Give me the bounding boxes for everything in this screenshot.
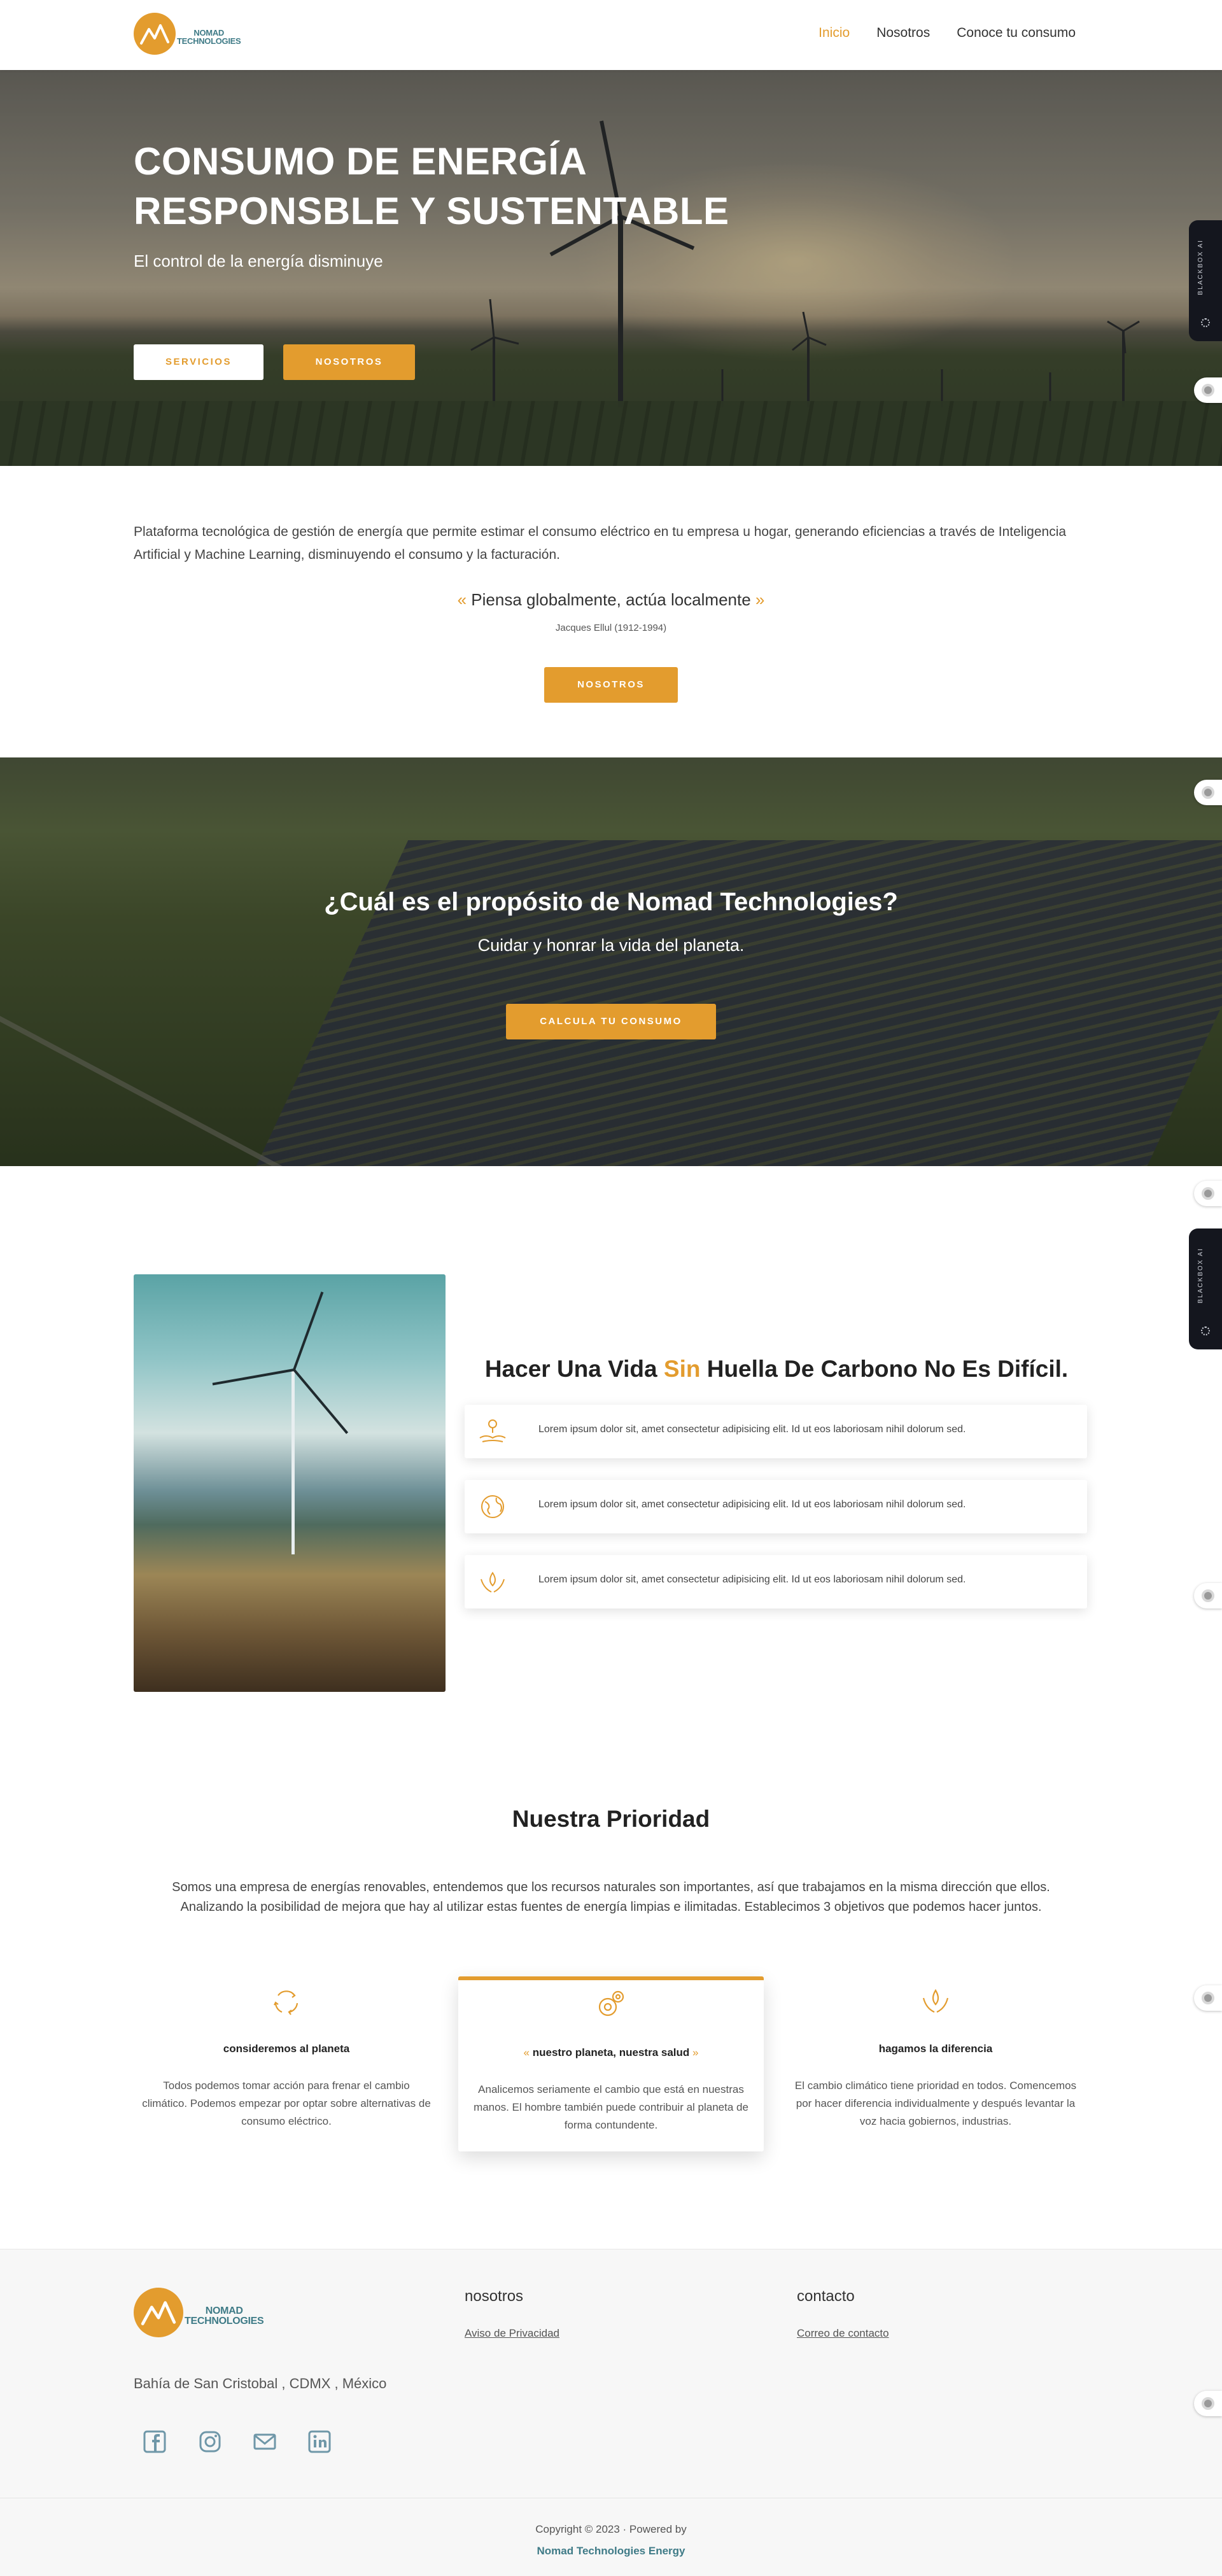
turbine-pole bbox=[291, 1370, 295, 1554]
priority-column-title: « nuestro planeta, nuestra salud » bbox=[458, 2046, 764, 2059]
site-footer: NOMAD TECHNOLOGIES nosotros Aviso de Pri… bbox=[0, 2249, 1222, 2576]
logo-mountain-icon bbox=[134, 13, 176, 55]
priority-column-title-text: nuestro planeta, nuestra salud bbox=[532, 2046, 690, 2059]
nav-item-conoce-tu-consumo[interactable]: Conoce tu consumo bbox=[957, 25, 1076, 41]
footer-nosotros-heading: nosotros bbox=[465, 2288, 524, 2305]
purpose-overlay bbox=[0, 757, 1222, 1166]
blackbox-ai-tab[interactable]: BLACKBOX AI bbox=[1189, 220, 1222, 341]
logo-text: NOMAD TECHNOLOGIES bbox=[185, 2305, 264, 2326]
priority-title: Nuestra Prioridad bbox=[512, 1806, 710, 1832]
quote-text: Piensa globalmente, actúa localmente bbox=[471, 590, 751, 609]
carbon-title-post: Huella De Carbono No Es Difícil. bbox=[706, 1356, 1069, 1382]
feature-card: Lorem ipsum dolor sit, amet consectetur … bbox=[465, 1480, 1087, 1533]
brand-logo[interactable]: NOMAD TECHNOLOGIES bbox=[134, 13, 241, 55]
priority-column-text: Analicemos seriamente el cambio que está… bbox=[474, 2083, 748, 2131]
blackbox-ai-icon bbox=[1201, 318, 1210, 327]
carbon-title-pre: Hacer Una Vida bbox=[484, 1356, 657, 1382]
quote: « Piensa globalmente, actúa localmente » bbox=[0, 590, 1222, 610]
blackbox-ai-icon bbox=[1201, 1327, 1210, 1335]
logo-mountain-icon bbox=[134, 2288, 183, 2337]
purpose-section: ¿Cuál es el propósito de Nomad Technolog… bbox=[0, 757, 1222, 1166]
priority-column: consideremos al planeta Todos podemos to… bbox=[134, 1976, 439, 2151]
linkedin-icon[interactable] bbox=[307, 2429, 332, 2454]
side-toggle-button[interactable] bbox=[1194, 780, 1222, 805]
recycle-icon bbox=[274, 1990, 298, 2015]
hero-nosotros-button[interactable]: NOSOTROS bbox=[283, 344, 415, 380]
priority-column-title: consideremos al planeta bbox=[223, 2043, 350, 2055]
wind-turbine-photo bbox=[134, 1274, 446, 1692]
feature-card-text: Lorem ipsum dolor sit, amet consectetur … bbox=[538, 1499, 966, 1510]
circle-icon bbox=[1202, 2397, 1214, 2410]
hero-title-line-2: RESPONSBLE Y SUSTENTABLE bbox=[134, 190, 729, 232]
priority-paragraph: Somos una empresa de energías renovables… bbox=[172, 1880, 1050, 1914]
circle-icon bbox=[1202, 1992, 1214, 2004]
quote-open-mark: « bbox=[523, 2046, 530, 2059]
quote-close-mark: » bbox=[755, 590, 765, 609]
side-toggle-button[interactable] bbox=[1194, 1181, 1222, 1206]
purpose-subtitle: Cuidar y honrar la vida del planeta. bbox=[477, 936, 745, 955]
nav-item-nosotros[interactable]: Nosotros bbox=[876, 25, 930, 41]
side-toggle-button[interactable] bbox=[1194, 2391, 1222, 2416]
facebook-icon[interactable] bbox=[142, 2429, 167, 2454]
powered-by-link[interactable]: Nomad Technologies Energy bbox=[0, 2545, 1222, 2558]
blackbox-ai-tab[interactable]: BLACKBOX AI bbox=[1189, 1228, 1222, 1349]
purpose-title: ¿Cuál es el propósito de Nomad Technolog… bbox=[324, 888, 898, 916]
servicios-button[interactable]: SERVICIOS bbox=[134, 344, 263, 380]
hero-title: CONSUMO DE ENERGÍA RESPONSBLE Y SUSTENTA… bbox=[134, 137, 770, 236]
quote-author: Jacques Ellul (1912-1994) bbox=[555, 623, 667, 633]
footer-address: Bahía de San Cristobal , CDMX , México bbox=[134, 2375, 387, 2391]
carbon-title: Hacer Una Vida Sin Huella De Carbono No … bbox=[465, 1356, 1088, 1383]
priority-column-text: Todos podemos tomar acción para frenar e… bbox=[142, 2080, 431, 2127]
instagram-icon[interactable] bbox=[197, 2429, 223, 2454]
carbon-title-highlight: Sin bbox=[663, 1356, 701, 1382]
hero-section: CONSUMO DE ENERGÍA RESPONSBLE Y SUSTENTA… bbox=[0, 70, 1222, 466]
circle-icon bbox=[1202, 1187, 1214, 1200]
feature-card: Lorem ipsum dolor sit, amet consectetur … bbox=[465, 1555, 1087, 1608]
side-toggle-button[interactable] bbox=[1194, 1583, 1222, 1608]
calcula-tu-consumo-button[interactable]: CALCULA TU CONSUMO bbox=[506, 1004, 716, 1039]
logo-line-2: TECHNOLOGIES bbox=[185, 2316, 264, 2326]
priority-column-text: El cambio climático tiene prioridad en t… bbox=[794, 2080, 1077, 2127]
logo-line-2: TECHNOLOGIES bbox=[177, 36, 241, 46]
quote-open-mark: « bbox=[457, 590, 467, 609]
circle-icon bbox=[1202, 384, 1214, 397]
footer-contacto-heading: contacto bbox=[797, 2288, 855, 2305]
feature-card-text: Lorem ipsum dolor sit, amet consectetur … bbox=[538, 1574, 966, 1585]
site-header: NOMAD TECHNOLOGIES Inicio Nosotros Conoc… bbox=[0, 0, 1222, 70]
intro-nosotros-button[interactable]: NOSOTROS bbox=[544, 667, 678, 703]
blackbox-ai-label: BLACKBOX AI bbox=[1197, 239, 1204, 295]
intro-paragraph: Plataforma tecnológica de gestión de ene… bbox=[134, 524, 1067, 562]
quote-close-mark: » bbox=[692, 2046, 699, 2059]
circle-icon bbox=[1202, 786, 1214, 799]
aviso-privacidad-link[interactable]: Aviso de Privacidad bbox=[465, 2327, 559, 2340]
gears-icon bbox=[598, 1990, 624, 2016]
turbine-blade bbox=[293, 1292, 324, 1370]
feature-card: Lorem ipsum dolor sit, amet consectetur … bbox=[465, 1405, 1087, 1458]
copyright-text: Copyright © 2023 · Powered by bbox=[535, 2523, 687, 2535]
blackbox-ai-label: BLACKBOX AI bbox=[1197, 1248, 1204, 1304]
turbine-blade bbox=[212, 1369, 295, 1386]
hands-leaf-icon bbox=[481, 1572, 505, 1593]
hero-title-line-1: CONSUMO DE ENERGÍA bbox=[134, 140, 587, 183]
mail-icon[interactable] bbox=[252, 2429, 277, 2454]
globe-icon bbox=[481, 1495, 504, 1518]
feature-card-text: Lorem ipsum dolor sit, amet consectetur … bbox=[538, 1424, 966, 1435]
priority-column: hagamos la diferencia El cambio climátic… bbox=[783, 1976, 1088, 2151]
side-toggle-button[interactable] bbox=[1194, 377, 1222, 403]
priority-column-featured: « nuestro planeta, nuestra salud » Anali… bbox=[458, 1976, 764, 2151]
side-toggle-button[interactable] bbox=[1194, 1985, 1222, 2011]
turbine-blade bbox=[293, 1369, 349, 1434]
footer-logo[interactable]: NOMAD TECHNOLOGIES bbox=[134, 2288, 264, 2337]
correo-contacto-link[interactable]: Correo de contacto bbox=[797, 2327, 889, 2340]
hero-subtitle: El control de la energía disminuye bbox=[134, 251, 383, 271]
logo-line-1: NOMAD bbox=[205, 2305, 243, 2316]
nav-item-inicio[interactable]: Inicio bbox=[818, 25, 850, 41]
main-nav: Inicio Nosotros Conoce tu consumo bbox=[818, 25, 1076, 41]
hands-leaf-icon bbox=[922, 1988, 949, 2013]
logo-text: NOMAD TECHNOLOGIES bbox=[177, 29, 241, 45]
circle-icon bbox=[1202, 1589, 1214, 1602]
hand-plant-icon bbox=[479, 1419, 506, 1442]
priority-column-title: hagamos la diferencia bbox=[878, 2043, 993, 2055]
